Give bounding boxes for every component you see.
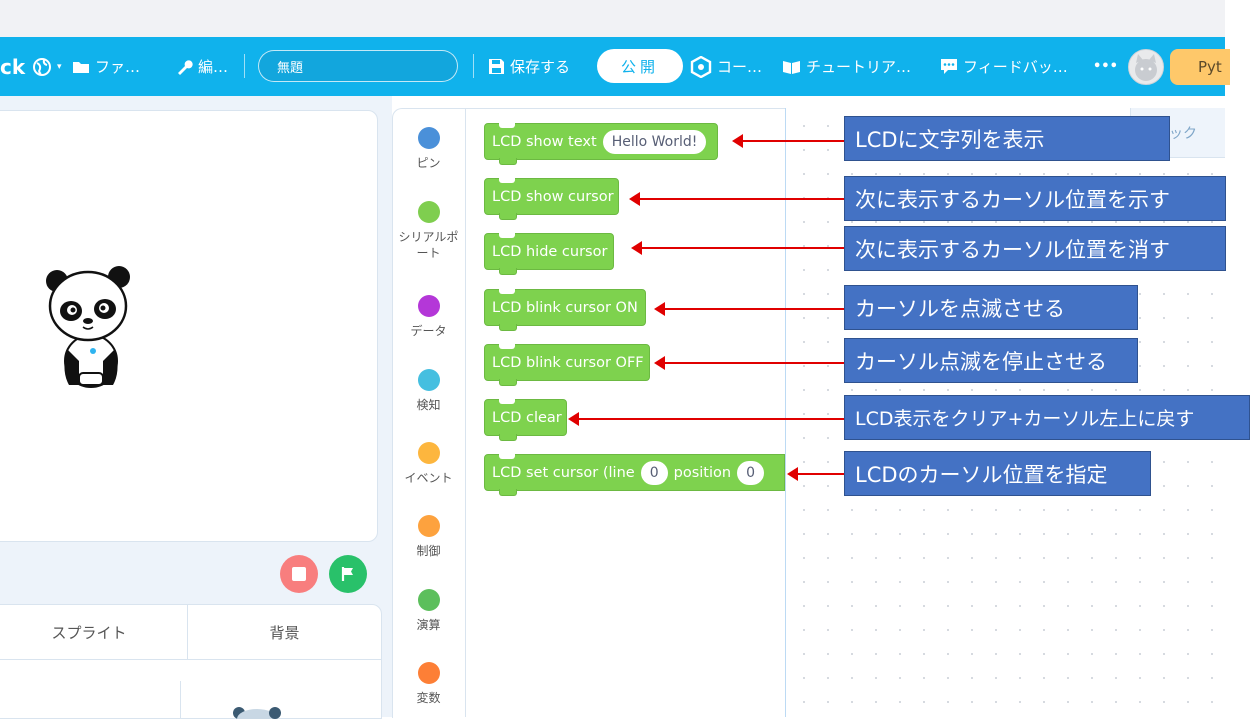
tutorial-button[interactable]: チュートリア…: [782, 37, 911, 96]
category-dot-icon: [417, 589, 440, 611]
avatar[interactable]: [1128, 49, 1164, 85]
arrow-icon: [787, 467, 844, 481]
stop-icon: [292, 567, 306, 581]
panda-sprite[interactable]: [43, 261, 133, 391]
category-control[interactable]: 制御: [392, 515, 465, 559]
category-label: 演算: [416, 618, 441, 632]
arrow-icon: [568, 412, 844, 426]
green-flag-icon: [341, 567, 353, 581]
block-label: LCD hide cursor: [492, 243, 608, 260]
save-label: 保存する: [510, 58, 571, 76]
annotation-callout: LCDに文字列を表示: [844, 116, 1170, 161]
block-label: LCD clear: [492, 409, 562, 426]
category-label: シリアルポート: [398, 230, 459, 260]
feedback-label: フィードバッ…: [963, 58, 1068, 76]
category-label: 検知: [416, 398, 441, 412]
category-pin[interactable]: ピン: [392, 127, 465, 171]
stage-canvas[interactable]: [0, 110, 378, 542]
divider: [244, 54, 245, 78]
category-dot-icon: [417, 369, 440, 391]
block-label: LCD show text: [492, 133, 597, 150]
position-input[interactable]: 0: [737, 460, 764, 485]
category-dot-icon: [417, 442, 440, 464]
tab-backdrop[interactable]: 背景: [188, 605, 381, 660]
edit-menu[interactable]: 編…: [176, 37, 228, 96]
top-menu-bar: ck ▾ ファ… 編… 保存する 公開 コー… チュートリア… フィードバッ… …: [0, 37, 1230, 96]
block-label: LCD set cursor (line: [492, 464, 635, 481]
globe-icon: [33, 57, 51, 76]
chevron-down-icon: ▾: [57, 61, 62, 72]
arrow-icon: [629, 192, 844, 206]
arrow-icon: [654, 356, 844, 370]
category-dot-icon: [417, 127, 440, 149]
tutorial-label: チュートリア…: [806, 58, 912, 76]
publish-button[interactable]: 公開: [597, 49, 683, 83]
code-icon: [690, 55, 712, 78]
block-lcd-show-text[interactable]: LCD show text Hello World!: [484, 123, 718, 165]
annotation-callout: LCD表示をクリア+カーソル左上に戻す: [844, 395, 1250, 440]
chat-bubble-icon: [941, 59, 957, 74]
category-data[interactable]: データ: [392, 295, 465, 339]
annotation-callout: カーソル点滅を停止させる: [844, 338, 1138, 383]
category-serial-port[interactable]: シリアルポート: [392, 201, 465, 261]
book-icon: [783, 60, 800, 74]
code-label: コー…: [717, 58, 763, 76]
category-variables[interactable]: 変数: [392, 662, 465, 706]
category-label: 変数: [416, 691, 441, 705]
language-button[interactable]: ▾: [32, 37, 62, 96]
text-input[interactable]: Hello World!: [602, 129, 707, 154]
code-button[interactable]: コー…: [690, 37, 762, 96]
edit-menu-label: 編…: [198, 58, 229, 76]
category-label: データ: [410, 324, 447, 338]
arrow-icon: [631, 241, 844, 255]
category-label: イベント: [404, 471, 453, 485]
category-events[interactable]: イベント: [392, 442, 465, 486]
stop-button[interactable]: [280, 555, 318, 593]
divider: [180, 681, 181, 718]
category-menu: ピン シリアルポート データ 検知 イベント 制御 演算 変数: [392, 108, 466, 717]
category-operators[interactable]: 演算: [392, 589, 465, 633]
file-menu[interactable]: ファ…: [72, 37, 140, 96]
divider: [473, 54, 474, 78]
save-button[interactable]: 保存する: [488, 37, 570, 96]
wrench-icon: [178, 60, 193, 75]
file-menu-label: ファ…: [95, 58, 141, 76]
sprite-backdrop-panel: スプライト 背景: [0, 604, 382, 719]
annotation-callout: 次に表示するカーソル位置を示す: [844, 176, 1226, 221]
arrow-icon: [732, 134, 844, 148]
category-label: ピン: [416, 156, 441, 170]
annotation-callout: カーソルを点滅させる: [844, 285, 1138, 330]
more-menu-button[interactable]: •••: [1093, 37, 1118, 96]
arrow-icon: [654, 302, 844, 316]
block-lcd-hide-cursor[interactable]: LCD hide cursor: [484, 233, 614, 275]
block-lcd-show-cursor[interactable]: LCD show cursor: [484, 178, 619, 220]
block-lcd-clear[interactable]: LCD clear: [484, 399, 567, 441]
user-cat-icon: [1135, 54, 1157, 81]
brand-logo[interactable]: ck: [0, 37, 25, 96]
python-mode-button[interactable]: Pyt: [1170, 49, 1230, 85]
browser-top-strip: [0, 0, 1225, 38]
tab-sprite[interactable]: スプライト: [0, 605, 188, 660]
category-dot-icon: [417, 515, 440, 537]
block-lcd-blink-cursor-off[interactable]: LCD blink cursor OFF: [484, 344, 650, 386]
category-dot-icon: [417, 295, 440, 317]
block-label: position: [673, 464, 732, 481]
block-label: LCD blink cursor ON: [492, 299, 638, 316]
category-label: 制御: [416, 544, 441, 558]
annotation-callout: 次に表示するカーソル位置を消す: [844, 226, 1226, 271]
annotation-callout: LCDのカーソル位置を指定: [844, 451, 1151, 496]
save-icon: [489, 59, 504, 74]
block-lcd-blink-cursor-on[interactable]: LCD blink cursor ON: [484, 289, 646, 331]
category-sensing[interactable]: 検知: [392, 369, 465, 413]
line-input[interactable]: 0: [640, 460, 668, 485]
run-button[interactable]: [329, 555, 367, 593]
category-dot-icon: [417, 662, 440, 684]
folder-icon: [73, 61, 89, 73]
category-dot-icon: [417, 201, 440, 223]
project-title-input[interactable]: [258, 50, 458, 82]
block-label: LCD show cursor: [492, 188, 614, 205]
feedback-button[interactable]: フィードバッ…: [940, 37, 1068, 96]
block-label: LCD blink cursor OFF: [492, 354, 644, 371]
block-lcd-set-cursor[interactable]: LCD set cursor (line 0 position 0: [484, 454, 785, 496]
